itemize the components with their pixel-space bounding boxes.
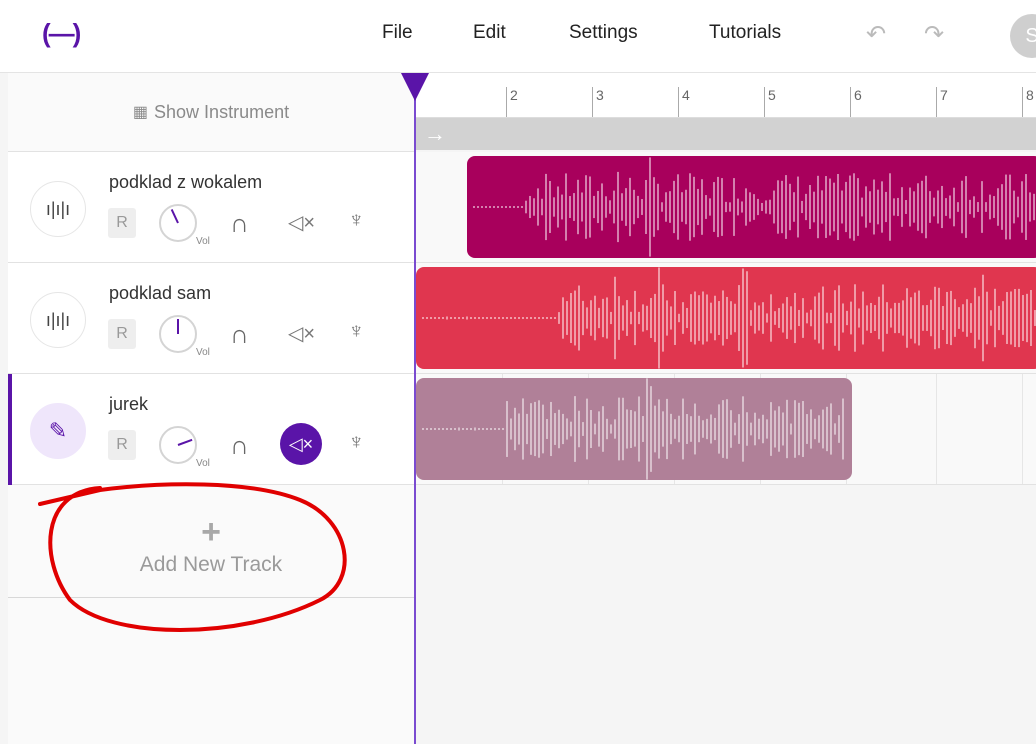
menu-edit[interactable]: Edit: [473, 22, 506, 44]
track-lane[interactable]: [416, 374, 1036, 485]
volume-label: Vol: [196, 236, 210, 247]
loop-region-bar[interactable]: →: [416, 118, 1036, 150]
headphones-icon[interactable]: ∩: [230, 208, 249, 239]
plus-icon: +: [201, 513, 221, 551]
mute-icon[interactable]: ◁×: [280, 423, 322, 465]
headphones-icon[interactable]: ∩: [230, 319, 249, 350]
volume-knob[interactable]: [159, 315, 197, 353]
track-name[interactable]: podklad sam: [109, 283, 211, 304]
audio-clip[interactable]: [467, 156, 1036, 258]
audio-clip[interactable]: [416, 378, 852, 480]
show-instrument-label: Show Instrument: [154, 101, 290, 122]
audio-clip[interactable]: [416, 267, 1036, 369]
mute-icon[interactable]: ◁×: [288, 321, 315, 346]
ruler-label: 6: [850, 87, 862, 117]
top-toolbar: (—) File Edit Settings Tutorials ↶ ↷ S: [0, 0, 1036, 73]
waveform-icon[interactable]: ı|ı|ı: [30, 292, 86, 348]
effects-icon[interactable]: ♆: [348, 429, 365, 455]
track-lane[interactable]: [416, 263, 1036, 374]
waveform-icon[interactable]: ı|ı|ı: [30, 181, 86, 237]
mute-icon[interactable]: ◁×: [288, 210, 315, 235]
track-header[interactable]: ı|ı|ı podklad z wokalem R Vol ∩ ◁× ♆: [8, 152, 414, 263]
redo-icon[interactable]: ↷: [924, 20, 944, 49]
add-new-track-label: Add New Track: [139, 553, 283, 576]
show-instrument-button[interactable]: ▦ Show Instrument: [8, 73, 414, 152]
undo-icon[interactable]: ↶: [866, 20, 886, 49]
track-name[interactable]: jurek: [109, 394, 148, 415]
menu-settings[interactable]: Settings: [569, 22, 638, 44]
track-header[interactable]: ✎ jurek R Vol ∩ ◁× ♆: [8, 374, 414, 485]
add-new-track-button[interactable]: + Add New Track: [8, 485, 414, 598]
timeline-ruler[interactable]: 2 3 4 5 6 7 8: [416, 73, 1036, 118]
menu-tutorials[interactable]: Tutorials: [709, 22, 781, 44]
ruler-label: 3: [592, 87, 604, 117]
record-arm-button[interactable]: R: [108, 319, 136, 349]
record-arm-button[interactable]: R: [108, 208, 136, 238]
ruler-label: 4: [678, 87, 690, 117]
app-logo[interactable]: (—): [42, 18, 81, 49]
ruler-label: 8: [1022, 87, 1034, 117]
ruler-label: 7: [936, 87, 948, 117]
ruler-label: 2: [506, 87, 518, 117]
track-sidebar: ▦ Show Instrument ı|ı|ı podklad z wokale…: [8, 73, 414, 744]
menu-file[interactable]: File: [382, 22, 413, 44]
piano-icon: ▦: [132, 104, 149, 121]
microphone-icon[interactable]: ✎: [30, 403, 86, 459]
loop-arrow-icon: →: [424, 121, 446, 146]
track-lane[interactable]: [416, 152, 1036, 263]
track-header[interactable]: ı|ı|ı podklad sam R Vol ∩ ◁× ♆: [8, 263, 414, 374]
track-name[interactable]: podklad z wokalem: [109, 172, 262, 193]
volume-knob[interactable]: [159, 204, 197, 242]
volume-label: Vol: [196, 347, 210, 358]
volume-knob[interactable]: [159, 426, 197, 464]
timeline-area[interactable]: 2 3 4 5 6 7 8 →: [416, 73, 1036, 744]
playhead-line[interactable]: [414, 73, 416, 744]
effects-icon[interactable]: ♆: [348, 207, 365, 233]
playhead-handle[interactable]: [401, 73, 429, 101]
ruler-label: 5: [764, 87, 776, 117]
user-avatar[interactable]: S: [1010, 14, 1036, 58]
effects-icon[interactable]: ♆: [348, 318, 365, 344]
headphones-icon[interactable]: ∩: [230, 430, 249, 461]
volume-label: Vol: [196, 458, 210, 469]
record-arm-button[interactable]: R: [108, 430, 136, 460]
